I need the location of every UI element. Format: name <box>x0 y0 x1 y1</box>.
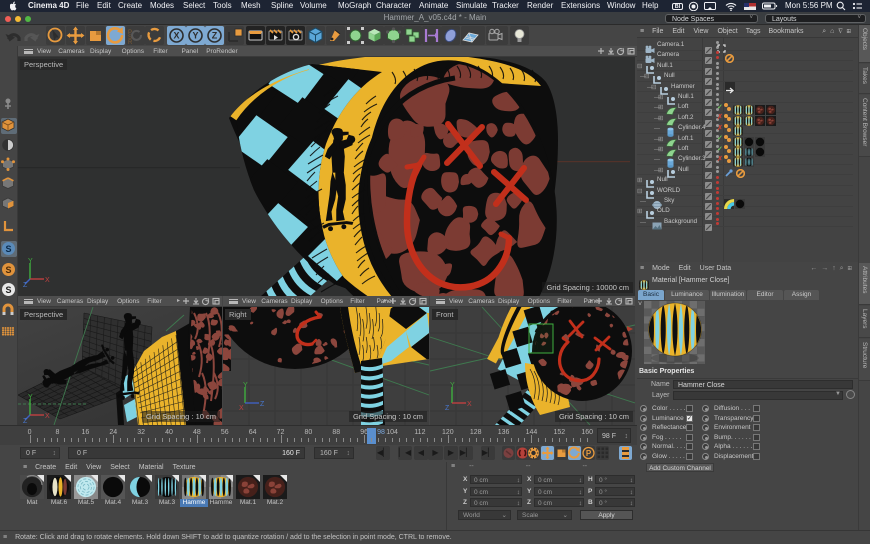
svg-text:Z: Z <box>445 405 450 411</box>
svg-text:Y: Y <box>243 382 248 389</box>
svg-text:S: S <box>5 265 11 275</box>
svg-text:Z: Z <box>212 31 218 41</box>
svg-text:P: P <box>586 449 592 458</box>
svg-text:Z: Z <box>260 401 265 408</box>
svg-text:R: R <box>128 40 133 45</box>
svg-text:X: X <box>173 31 179 41</box>
svg-text:Y: Y <box>28 394 33 401</box>
svg-text:Y: Y <box>28 258 33 265</box>
svg-text:X: X <box>467 401 472 408</box>
svg-text:X: X <box>45 277 50 284</box>
svg-text:Z: Z <box>23 282 28 287</box>
svg-text:Z: Z <box>23 418 28 423</box>
svg-text:Y: Y <box>450 382 455 389</box>
svg-text:X: X <box>239 405 244 411</box>
svg-text:Y: Y <box>192 31 198 41</box>
svg-text:S: S <box>5 244 11 254</box>
svg-text:X: X <box>45 413 50 420</box>
svg-text:S: S <box>5 285 11 295</box>
